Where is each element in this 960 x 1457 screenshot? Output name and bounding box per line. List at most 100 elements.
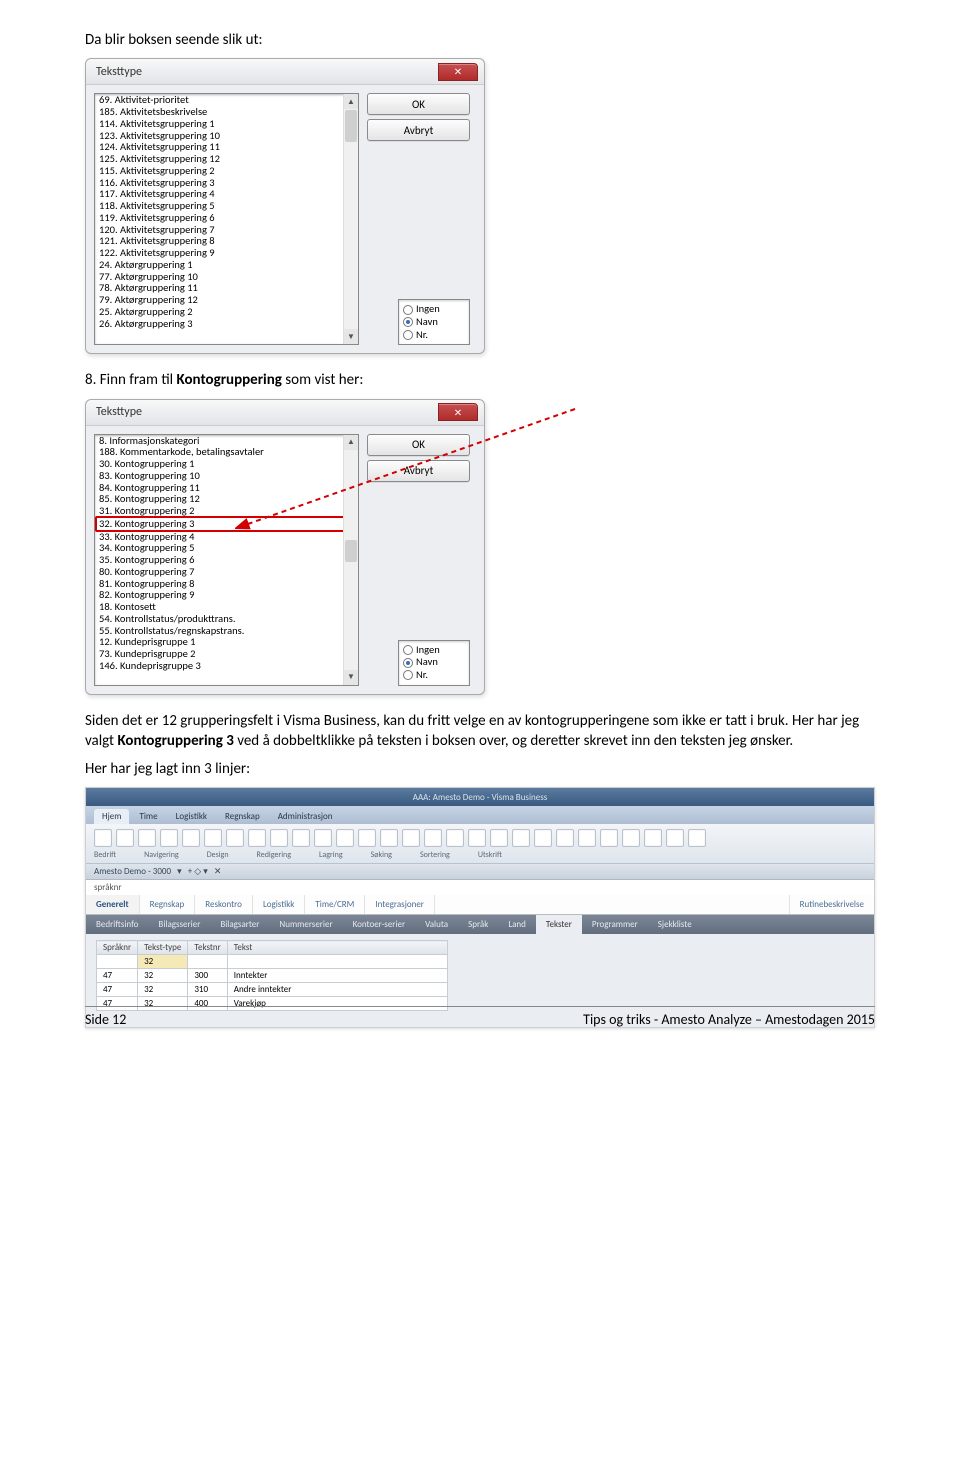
table-header[interactable]: Tekstnr: [188, 941, 227, 955]
toolbar-icon[interactable]: [534, 829, 552, 847]
toolbar-icon[interactable]: [336, 829, 354, 847]
sub-tab[interactable]: Nummerserier: [269, 915, 342, 934]
toolbar-icon[interactable]: [248, 829, 266, 847]
table-header[interactable]: Tekst-type: [138, 941, 188, 955]
toolbar-icon[interactable]: [314, 829, 332, 847]
list-item[interactable]: 35. Kontogruppering 6: [95, 554, 358, 566]
list-item[interactable]: 26. Aktørgruppering 3: [95, 318, 358, 330]
toolbar-icon[interactable]: [512, 829, 530, 847]
list-item[interactable]: 25. Aktørgruppering 2: [95, 306, 358, 318]
sub-tab[interactable]: Tekster: [536, 915, 582, 934]
table-cell[interactable]: 32: [138, 969, 188, 983]
scroll-down-icon[interactable]: ▼: [344, 670, 358, 685]
close-button[interactable]: ✕: [438, 63, 478, 81]
table-cell[interactable]: [97, 955, 138, 969]
list-item[interactable]: 79. Aktørgruppering 12: [95, 294, 358, 306]
sub-tab[interactable]: Bilagsarter: [210, 915, 269, 934]
radio-nr[interactable]: [403, 330, 413, 340]
toolbar-icon[interactable]: [424, 829, 442, 847]
table-cell[interactable]: [227, 955, 447, 969]
settings-tab[interactable]: Reskontro: [195, 895, 253, 914]
list-item[interactable]: 80. Kontogruppering 7: [95, 566, 358, 578]
toolbar-icon[interactable]: [600, 829, 618, 847]
sub-tab[interactable]: Bedriftsinfo: [86, 915, 148, 934]
radio-navn[interactable]: [403, 317, 413, 327]
settings-tab[interactable]: Integrasjoner: [365, 895, 435, 914]
scrollbar[interactable]: ▲ ▼: [343, 435, 358, 685]
toolbar-icon[interactable]: [380, 829, 398, 847]
settings-tab[interactable]: Logistikk: [253, 895, 305, 914]
scrollbar[interactable]: ▲ ▼: [343, 94, 358, 344]
scroll-up-icon[interactable]: ▲: [344, 94, 358, 109]
teksttype-listbox[interactable]: 8. Informasjonskategori188. Kommentarkod…: [94, 434, 359, 686]
list-item[interactable]: 54. Kontrollstatus/produkttrans.: [95, 613, 358, 625]
settings-tab[interactable]: Time/CRM: [305, 895, 365, 914]
ribbon-tab[interactable]: Time: [131, 809, 165, 824]
ok-button[interactable]: OK: [367, 434, 470, 456]
toolbar-icon[interactable]: [644, 829, 662, 847]
close-button[interactable]: ✕: [438, 403, 478, 421]
toolbar-icon[interactable]: [292, 829, 310, 847]
sub-tab[interactable]: Sjekkliste: [648, 915, 702, 934]
toolbar-icon[interactable]: [556, 829, 574, 847]
table-cell[interactable]: Inntekter: [227, 969, 447, 983]
sub-tab[interactable]: Valuta: [415, 915, 458, 934]
toolbar-icon[interactable]: [138, 829, 156, 847]
sub-tab[interactable]: Land: [498, 915, 536, 934]
radio-nr[interactable]: [403, 670, 413, 680]
radio-ingen[interactable]: [403, 645, 413, 655]
table-cell[interactable]: [188, 955, 227, 969]
radio-ingen[interactable]: [403, 305, 413, 315]
list-item[interactable]: 30. Kontogruppering 1: [95, 458, 358, 470]
table-cell[interactable]: 47: [97, 983, 138, 997]
list-item[interactable]: 125. Aktivitetsgruppering 12: [95, 153, 358, 165]
ribbon-tab[interactable]: Administrasjon: [270, 809, 341, 824]
toolbar-icon[interactable]: [226, 829, 244, 847]
list-item[interactable]: 115. Aktivitetsgruppering 2: [95, 165, 358, 177]
list-item[interactable]: 119. Aktivitetsgruppering 6: [95, 212, 358, 224]
list-item[interactable]: 146. Kundeprisgruppe 3: [95, 660, 358, 672]
table-cell[interactable]: 47: [97, 969, 138, 983]
toolbar-icon[interactable]: [204, 829, 222, 847]
toolbar-icon[interactable]: [666, 829, 684, 847]
table-row[interactable]: 4732310Andre inntekter: [97, 983, 448, 997]
tekster-table[interactable]: SpråknrTekst-typeTekstnrTekst 324732300In…: [96, 940, 448, 1011]
list-item[interactable]: 114. Aktivitetsgruppering 1: [95, 118, 358, 130]
settings-tab[interactable]: Generelt: [86, 895, 140, 914]
ribbon-tab[interactable]: Regnskap: [217, 809, 268, 824]
sub-tab[interactable]: Programmer: [582, 915, 648, 934]
cancel-button[interactable]: Avbryt: [367, 460, 470, 482]
list-item[interactable]: 118. Aktivitetsgruppering 5: [95, 200, 358, 212]
list-item[interactable]: 18. Kontosett: [95, 601, 358, 613]
toolbar-icon[interactable]: [402, 829, 420, 847]
table-cell[interactable]: 300: [188, 969, 227, 983]
table-cell[interactable]: 32: [138, 983, 188, 997]
toolbar-icon[interactable]: [468, 829, 486, 847]
cancel-button[interactable]: Avbryt: [367, 119, 470, 141]
ribbon-tab[interactable]: Hjem: [94, 809, 129, 824]
table-cell[interactable]: 310: [188, 983, 227, 997]
table-cell[interactable]: Andre inntekter: [227, 983, 447, 997]
toolbar-icon[interactable]: [116, 829, 134, 847]
table-header[interactable]: Tekst: [227, 941, 447, 955]
list-item[interactable]: 185. Aktivitetsbeskrivelse: [95, 106, 358, 118]
toolbar-icon[interactable]: [270, 829, 288, 847]
sub-tab[interactable]: Språk: [458, 915, 498, 934]
toolbar-icon[interactable]: [578, 829, 596, 847]
sub-tab[interactable]: Bilagsserier: [148, 915, 210, 934]
ribbon-tab[interactable]: Logistikk: [168, 809, 215, 824]
table-cell[interactable]: 32: [138, 955, 188, 969]
table-row[interactable]: 32: [97, 955, 448, 969]
toolbar-icon[interactable]: [490, 829, 508, 847]
list-item[interactable]: 24. Aktørgruppering 1: [95, 259, 358, 271]
toolbar-icon[interactable]: [446, 829, 464, 847]
scroll-thumb[interactable]: [345, 540, 357, 562]
list-item[interactable]: 73. Kundeprisgruppe 2: [95, 648, 358, 660]
sub-tab[interactable]: Kontoer-serier: [343, 915, 416, 934]
list-item[interactable]: 122. Aktivitetsgruppering 9: [95, 247, 358, 259]
rutine-button[interactable]: Rutinebeskrivelse: [789, 895, 874, 914]
list-item[interactable]: 83. Kontogruppering 10: [95, 470, 358, 482]
list-item[interactable]: 31. Kontogruppering 2: [95, 505, 358, 517]
toolbar-icon[interactable]: [622, 829, 640, 847]
table-header[interactable]: Språknr: [97, 941, 138, 955]
